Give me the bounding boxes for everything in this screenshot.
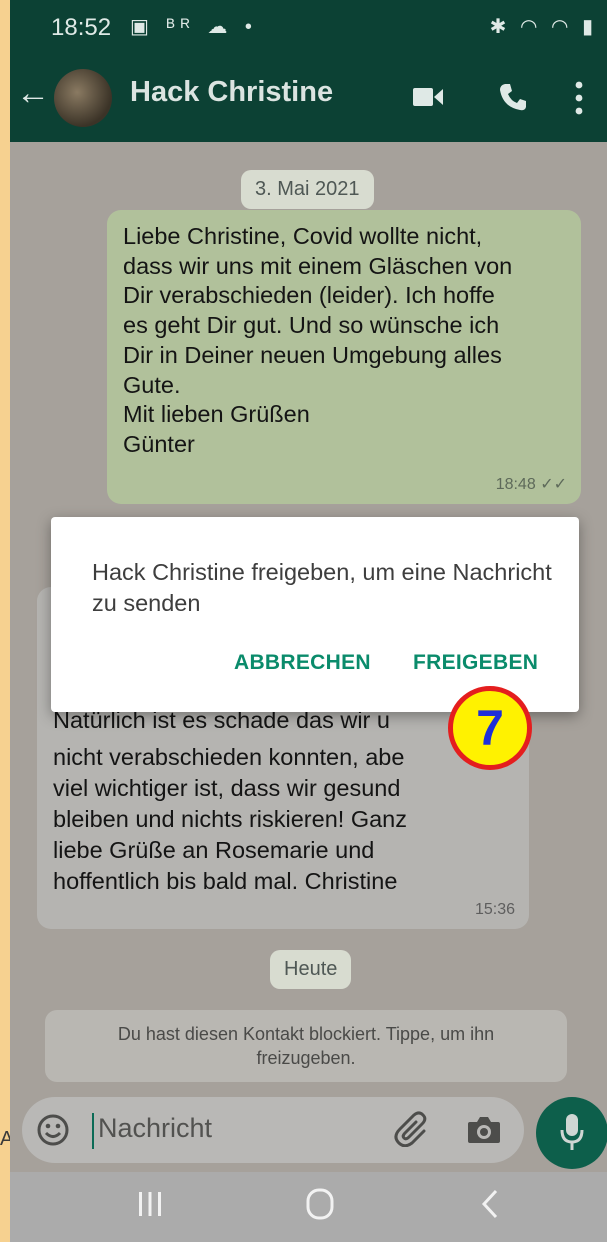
- dialog-message: Hack Christine freigeben, um eine Nachri…: [92, 559, 552, 616]
- avatar[interactable]: [54, 69, 112, 127]
- video-call-icon[interactable]: [413, 86, 443, 108]
- message-meta: 18:48 ✓✓: [496, 474, 567, 494]
- blocked-notice-text: Du hast diesen Kontakt blockiert. Tippe,…: [117, 1024, 495, 1068]
- mic-icon: [560, 1114, 584, 1150]
- notification-icons: ▣ ᴮᴿ ☁ •: [130, 16, 258, 38]
- message-time: 15:36: [474, 901, 515, 918]
- chat-header: ← Hack Christine: [10, 56, 607, 142]
- step-number-badge: 7: [448, 686, 532, 770]
- unblock-button[interactable]: FREIGEBEN: [413, 651, 538, 675]
- message-text: Liebe Christine, Covid wollte nicht, das…: [123, 223, 513, 457]
- date-chip: Heute: [270, 950, 352, 989]
- left-edge-label: A: [0, 1128, 10, 1150]
- system-status-icons: ✱ ◠ ◠ ▮: [489, 16, 597, 38]
- status-bar: 18:52 ▣ ᴮᴿ ☁ • ✱ ◠ ◠ ▮: [10, 0, 607, 56]
- outgoing-message[interactable]: Liebe Christine, Covid wollte nicht, das…: [107, 210, 581, 504]
- contact-name[interactable]: Hack Christine: [130, 76, 333, 109]
- read-receipt-icon: ✓✓: [540, 476, 567, 493]
- date-chip: 3. Mai 2021: [241, 170, 374, 209]
- cancel-button[interactable]: ABBRECHEN: [234, 651, 371, 675]
- camera-icon[interactable]: [467, 1115, 501, 1145]
- blocked-contact-notice[interactable]: Du hast diesen Kontakt blockiert. Tippe,…: [45, 1010, 567, 1082]
- message-input-bar[interactable]: Nachricht: [22, 1097, 524, 1163]
- system-nav-bar: [10, 1172, 607, 1242]
- status-time: 18:52: [51, 14, 112, 41]
- nav-back-icon[interactable]: [480, 1188, 500, 1220]
- home-icon[interactable]: [306, 1188, 334, 1220]
- mic-button[interactable]: [536, 1097, 607, 1169]
- attach-icon[interactable]: [394, 1111, 430, 1147]
- phone-icon[interactable]: [498, 82, 528, 112]
- emoji-icon[interactable]: [36, 1113, 70, 1147]
- unblock-dialog: Hack Christine freigeben, um eine Nachri…: [51, 517, 579, 712]
- recent-apps-icon[interactable]: [138, 1190, 162, 1218]
- message-text: nicht verabschieden konnten, abe viel wi…: [53, 744, 408, 894]
- more-vert-icon[interactable]: [575, 80, 583, 116]
- text-caret: [92, 1113, 94, 1149]
- arrow-left-icon[interactable]: ←: [16, 76, 50, 110]
- message-input[interactable]: Nachricht: [98, 1113, 212, 1144]
- message-time: 18:48: [495, 476, 536, 493]
